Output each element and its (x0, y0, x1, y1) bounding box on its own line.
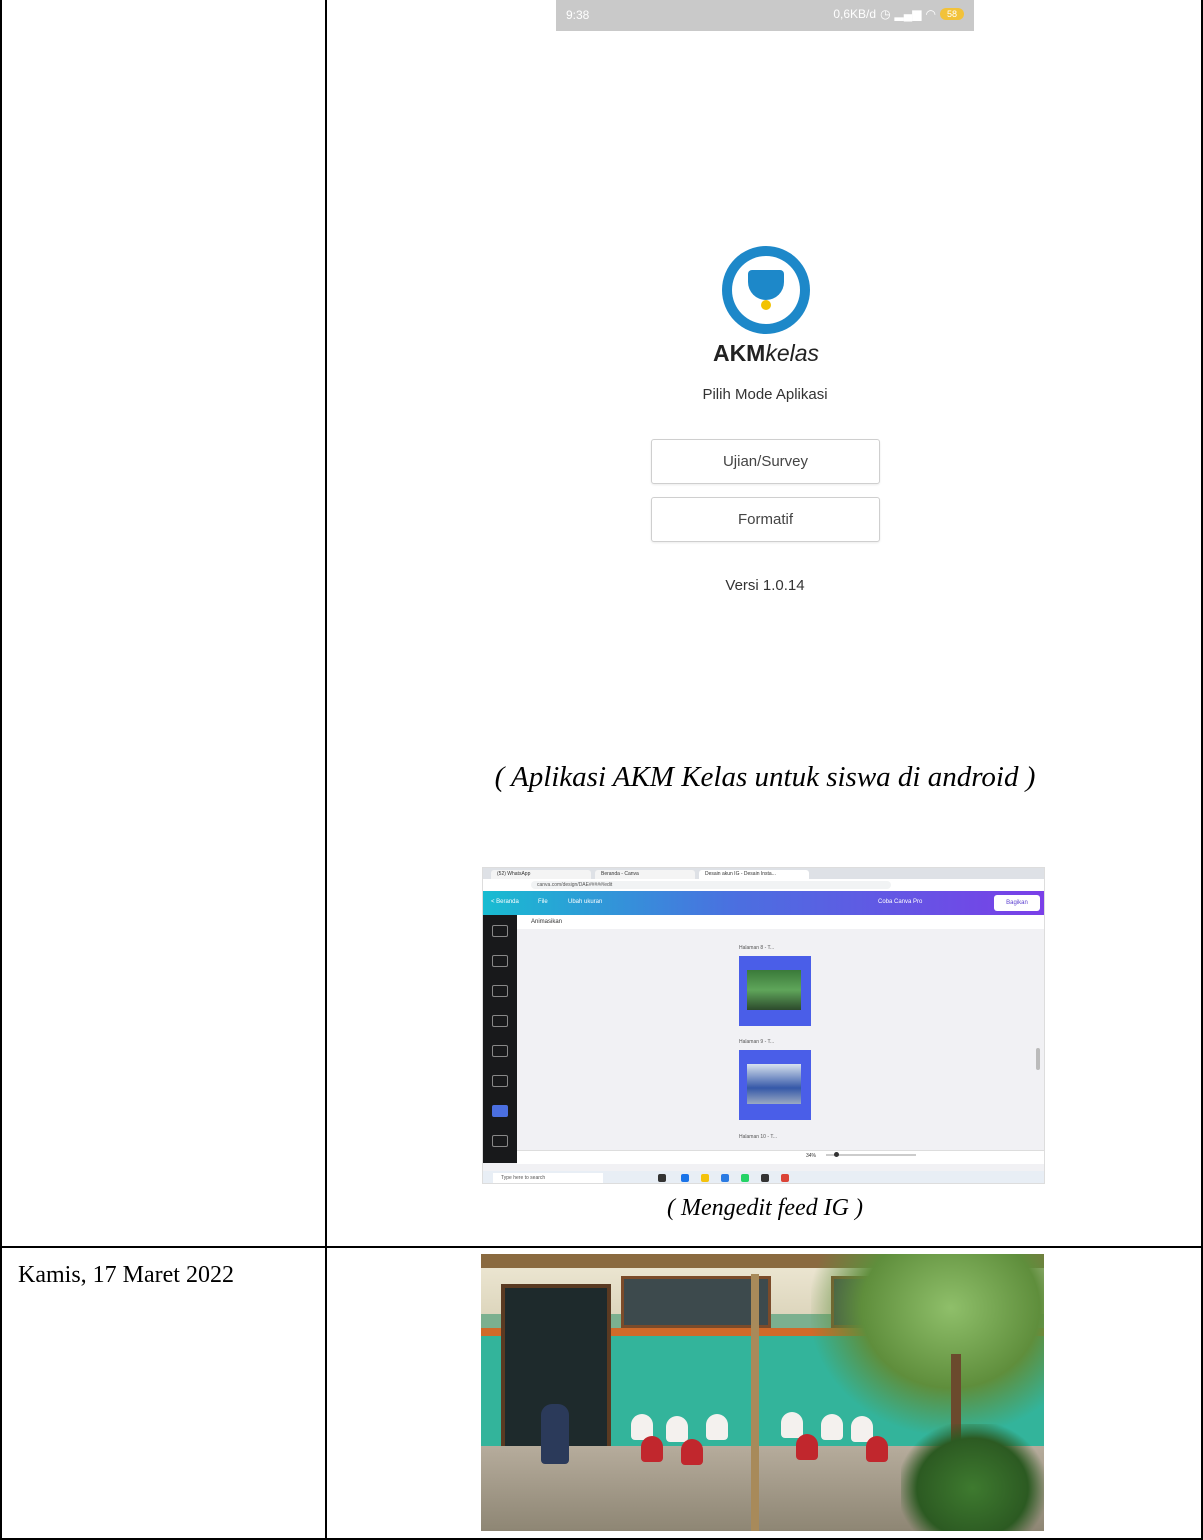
upload-icon[interactable] (492, 985, 508, 997)
tab-whatsapp[interactable]: (52) WhatsApp (491, 870, 591, 879)
home-link[interactable]: < Beranda (491, 899, 519, 905)
text-icon[interactable] (492, 1045, 508, 1057)
zoom-slider[interactable] (826, 1152, 916, 1157)
styles-icon[interactable] (492, 1075, 508, 1087)
school-activity-photo (481, 1254, 1044, 1531)
table-row-divider (0, 1246, 1203, 1248)
student (796, 1434, 818, 1460)
zoom-label: 34% (805, 1153, 816, 1159)
app-icon[interactable] (761, 1174, 769, 1182)
canva-toolbar: < Beranda File Ubah ukuran Coba Canva Pr… (483, 891, 1044, 915)
canva-sidebar (483, 915, 517, 1163)
student (706, 1414, 728, 1440)
alarm-icon: ◷ (880, 7, 891, 21)
caption-desktop: ( Mengedit feed IG ) (667, 1195, 863, 1221)
page-label: Halaman 8 - T... (739, 945, 775, 951)
teacher (541, 1404, 569, 1464)
ujian-survey-button[interactable]: Ujian/Survey (651, 439, 880, 484)
photos-icon[interactable] (492, 1015, 508, 1027)
chrome-icon[interactable] (781, 1174, 789, 1182)
page-label: Halaman 9 - T... (739, 1039, 775, 1045)
page-thumbnail[interactable] (739, 1050, 811, 1120)
tab-canva-design[interactable]: Desain akun IG - Desain Insta... (699, 870, 809, 879)
entry-date: Kamis, 17 Maret 2022 (18, 1262, 234, 1288)
student (781, 1412, 803, 1438)
task-view-icon[interactable] (658, 1174, 666, 1182)
mode-subtitle: Pilih Mode Aplikasi (702, 386, 828, 403)
template-icon[interactable] (492, 925, 508, 937)
page-thumbnail[interactable] (739, 956, 811, 1026)
table-border-middle (325, 0, 327, 1540)
wifi-icon: ◠ (925, 7, 936, 21)
elements-icon[interactable] (492, 955, 508, 967)
more-icon[interactable] (492, 1135, 508, 1147)
student (866, 1436, 888, 1462)
app-title: AKMkelas (656, 340, 876, 367)
canva-desktop-screenshot: (52) WhatsApp Beranda - Canva Desain aku… (482, 867, 1045, 1184)
status-icons: 0,6KB/d ◷ ▂▄▆ ◠ 58 (833, 7, 964, 21)
app-title-italic: kelas (765, 340, 820, 366)
page-label: Halaman 10 - T... (739, 1134, 777, 1140)
scrollbar[interactable] (1036, 1048, 1040, 1070)
folder-icon[interactable] (701, 1174, 709, 1182)
table-border-left (0, 0, 2, 1540)
status-time: 9:38 (566, 8, 590, 22)
store-icon[interactable] (721, 1174, 729, 1182)
windows-taskbar: Type here to search (483, 1171, 1044, 1183)
page-photo (747, 970, 801, 1010)
browser-tabs: (52) WhatsApp Beranda - Canva Desain aku… (483, 868, 1044, 879)
file-menu[interactable]: File (538, 899, 548, 905)
edge-icon[interactable] (681, 1174, 689, 1182)
student (821, 1414, 843, 1440)
tut-wuri-handayani-logo-icon (722, 246, 810, 334)
student (641, 1436, 663, 1462)
address-bar: canva.com/design/DAE#####/edit (483, 879, 1044, 891)
animate-bar: Animasikan (517, 915, 1044, 929)
logo-icon[interactable] (492, 1105, 508, 1117)
app-title-bold: AKM (712, 340, 766, 366)
signal-icon: ▂▄▆ (894, 7, 922, 21)
resize-menu[interactable]: Ubah ukuran (568, 899, 602, 905)
url-input[interactable]: canva.com/design/DAE#####/edit (531, 881, 891, 889)
try-pro-button[interactable]: Coba Canva Pro (878, 899, 922, 905)
caption-phone: ( Aplikasi AKM Kelas untuk siswa di andr… (494, 761, 1036, 793)
student (666, 1416, 688, 1442)
animate-button[interactable]: Animasikan (531, 919, 562, 925)
android-status-bar: 9:38 0,6KB/d ◷ ▂▄▆ ◠ 58 (556, 0, 974, 31)
network-speed: 0,6KB/d (833, 7, 877, 21)
tab-canva-home[interactable]: Beranda - Canva (595, 870, 695, 879)
share-button[interactable]: Bagikan (994, 895, 1040, 911)
whatsapp-icon[interactable] (741, 1174, 749, 1182)
page-photo (747, 1064, 801, 1104)
window (621, 1276, 771, 1328)
canva-bottom-bar: 34% (517, 1150, 1044, 1164)
formatif-button[interactable]: Formatif (651, 497, 880, 542)
student (681, 1439, 703, 1465)
app-version: Versi 1.0.14 (725, 577, 805, 594)
taskbar-search[interactable]: Type here to search (493, 1173, 603, 1183)
battery-icon: 58 (940, 8, 964, 20)
